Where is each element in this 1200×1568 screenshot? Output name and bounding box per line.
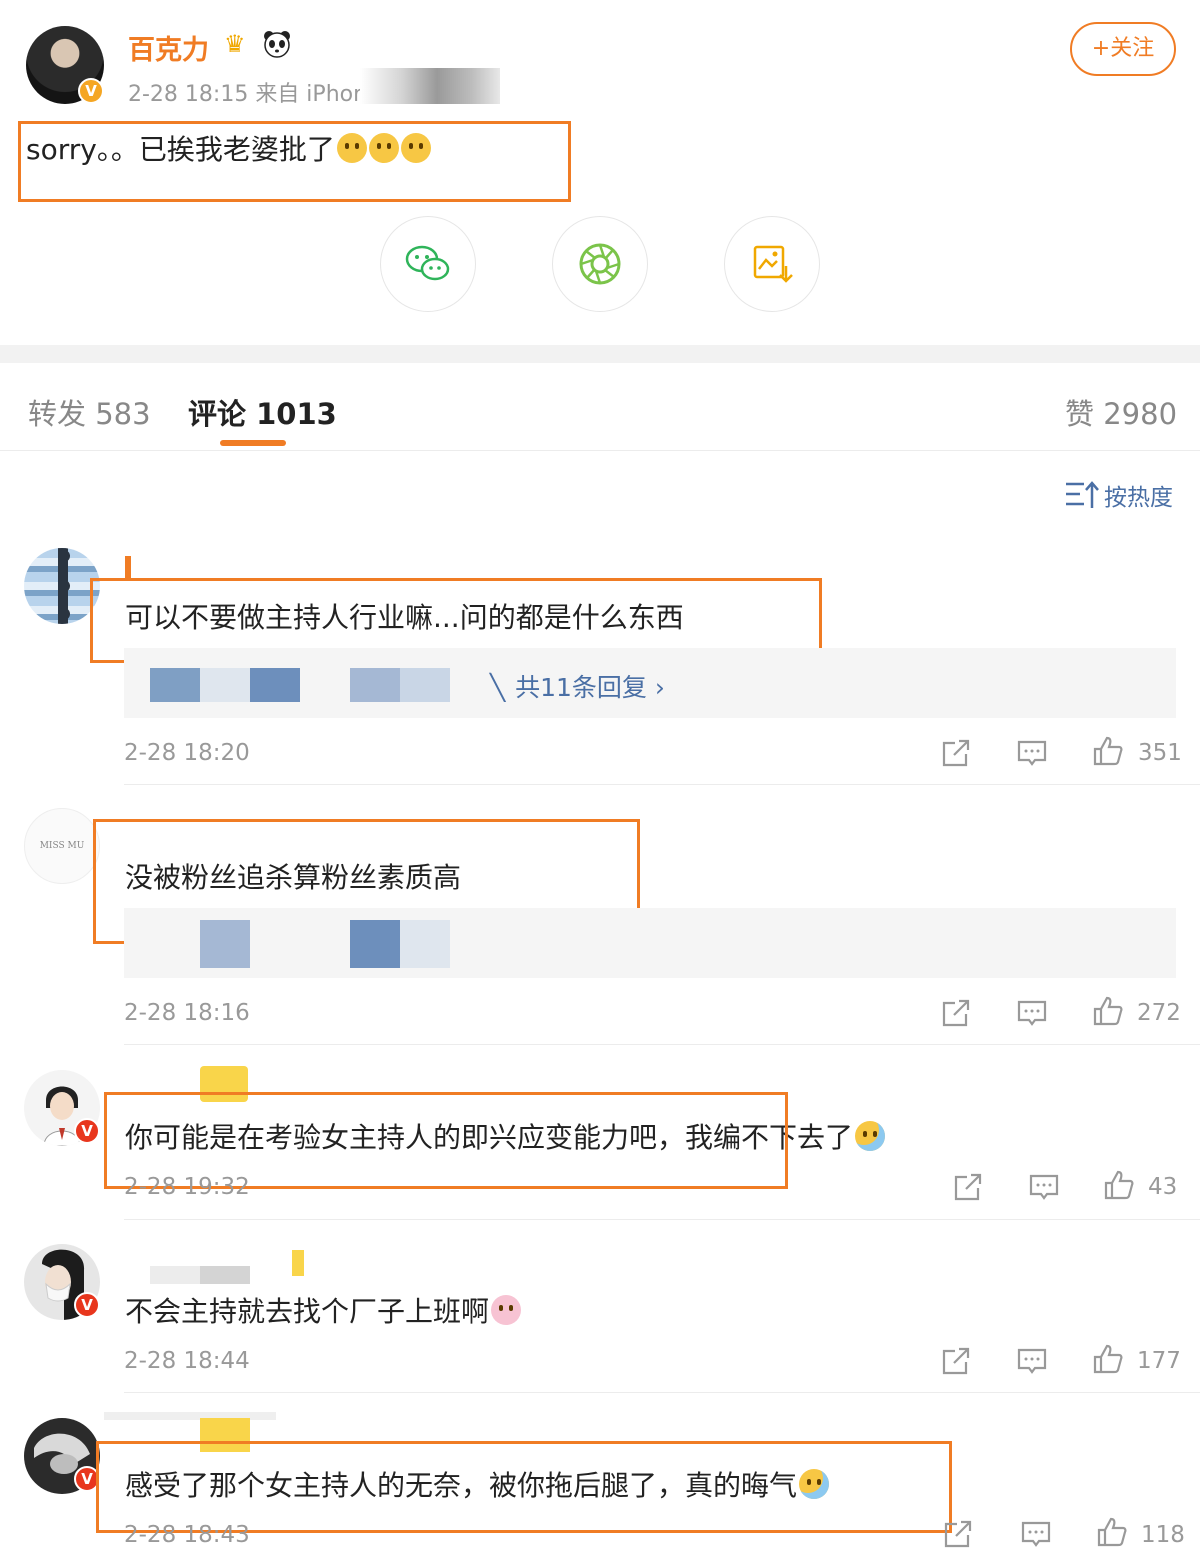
blurred-region xyxy=(400,920,450,968)
reply-indent-icon: ╲ xyxy=(490,673,506,702)
share-out-icon xyxy=(942,999,970,1027)
moments-icon xyxy=(579,243,621,285)
comment-avatar[interactable] xyxy=(24,548,100,624)
thumbs-up-icon xyxy=(1104,1170,1134,1200)
comment-separator xyxy=(124,1044,1200,1045)
sort-label: 按热度 xyxy=(1104,485,1173,511)
comment-text-content: 不会主持就去找个厂子上班啊 xyxy=(125,1295,490,1328)
sort-icon xyxy=(1066,481,1099,508)
save-image-icon xyxy=(753,245,793,283)
repost-comment-button[interactable] xyxy=(940,1345,972,1377)
share-out-icon xyxy=(954,1173,982,1201)
bunny-face-icon xyxy=(491,1295,522,1325)
comment-separator xyxy=(124,1392,1200,1393)
comment-avatar[interactable]: MISS MU xyxy=(24,808,100,884)
comment-icon xyxy=(1017,1000,1047,1026)
avatar-label: MISS MU xyxy=(39,841,85,851)
comment-author-name-partial[interactable] xyxy=(125,556,131,578)
reply-preview[interactable] xyxy=(124,908,1176,978)
comment-separator xyxy=(124,784,1200,785)
comment-separator xyxy=(124,1219,1200,1220)
blurred-region xyxy=(150,668,200,702)
repost-comment-button[interactable] xyxy=(942,1518,974,1550)
like-comment-button[interactable] xyxy=(1103,1169,1135,1201)
like-count: 272 xyxy=(1137,1000,1181,1026)
thumbs-up-icon xyxy=(1093,736,1123,766)
tabs-divider xyxy=(0,450,1200,451)
tab-like[interactable]: 赞 2980 xyxy=(1065,391,1177,433)
blurred-region xyxy=(104,1412,276,1420)
verified-badge-icon: V xyxy=(78,78,104,104)
post-author-name[interactable]: 百克力 xyxy=(128,28,209,67)
comment-icon xyxy=(1017,1348,1047,1374)
tab-repost[interactable]: 转发 583 xyxy=(28,391,151,433)
section-divider xyxy=(0,345,1200,363)
verified-badge-icon: V xyxy=(74,1118,100,1144)
reply-comment-button[interactable] xyxy=(1016,997,1048,1029)
thumbs-up-icon xyxy=(1093,1344,1123,1374)
like-count: 351 xyxy=(1138,740,1182,766)
like-comment-button[interactable] xyxy=(1092,735,1124,767)
highlight-box xyxy=(18,121,571,202)
tab-comment[interactable]: 评论 1013 xyxy=(188,391,337,433)
blurred-region xyxy=(400,668,450,702)
repost-comment-button[interactable] xyxy=(952,1171,984,1203)
like-count: 43 xyxy=(1148,1174,1178,1200)
blurred-region xyxy=(350,668,400,702)
like-comment-button[interactable] xyxy=(1092,1343,1124,1375)
share-moments-button[interactable] xyxy=(552,216,648,312)
crown-icon: ♛ xyxy=(224,30,246,58)
share-out-icon xyxy=(942,739,970,767)
highlight-box xyxy=(96,1441,952,1533)
comment-time: 2-28 18:20 xyxy=(124,740,250,766)
post-meta: 2-28 18:15 来自 iPhone xyxy=(128,82,381,107)
follow-button[interactable]: +关注 xyxy=(1070,22,1176,76)
tab-active-indicator xyxy=(220,440,286,446)
blurred-region xyxy=(292,1250,304,1276)
reply-comment-button[interactable] xyxy=(1016,737,1048,769)
like-comment-button[interactable] xyxy=(1096,1516,1128,1548)
comment-icon xyxy=(1021,1521,1051,1547)
more-replies-link[interactable]: ╲ 共11条回复 › xyxy=(490,668,665,704)
comment-icon xyxy=(1017,740,1047,766)
wechat-icon xyxy=(405,245,450,281)
panda-icon xyxy=(262,30,294,58)
comment-time: 2-28 18:43 xyxy=(124,1522,250,1548)
blurred-region xyxy=(200,668,250,702)
verified-badge-icon: V xyxy=(74,1292,100,1318)
blurred-region xyxy=(360,68,500,104)
comment-time: 2-28 19:32 xyxy=(124,1174,250,1200)
blurred-region xyxy=(250,668,300,702)
comment-time: 2-28 18:16 xyxy=(124,1000,250,1026)
share-wechat-button[interactable] xyxy=(380,216,476,312)
blurred-region xyxy=(150,1266,200,1284)
like-count: 177 xyxy=(1137,1348,1181,1374)
reply-comment-button[interactable] xyxy=(1028,1171,1060,1203)
like-comment-button[interactable] xyxy=(1092,995,1124,1027)
reply-comment-button[interactable] xyxy=(1016,1345,1048,1377)
save-image-button[interactable] xyxy=(724,216,820,312)
comment-text: 不会主持就去找个厂子上班啊 xyxy=(125,1290,522,1330)
blurred-region xyxy=(200,920,250,968)
share-out-icon xyxy=(944,1520,972,1548)
repost-comment-button[interactable] xyxy=(940,997,972,1029)
thumbs-up-icon xyxy=(1093,996,1123,1026)
blurred-region xyxy=(200,1266,250,1284)
repost-comment-button[interactable] xyxy=(940,737,972,769)
share-out-icon xyxy=(942,1347,970,1375)
laugh-cry-icon xyxy=(855,1121,886,1151)
comment-time: 2-28 18:44 xyxy=(124,1348,250,1374)
sort-button[interactable]: 按热度 xyxy=(1064,478,1173,512)
thumbs-up-icon xyxy=(1097,1517,1127,1547)
comment-icon xyxy=(1029,1174,1059,1200)
blurred-region xyxy=(350,920,400,968)
like-count: 118 xyxy=(1141,1522,1185,1548)
more-replies-label: 共11条回复 › xyxy=(515,673,665,702)
reply-comment-button[interactable] xyxy=(1020,1518,1052,1550)
